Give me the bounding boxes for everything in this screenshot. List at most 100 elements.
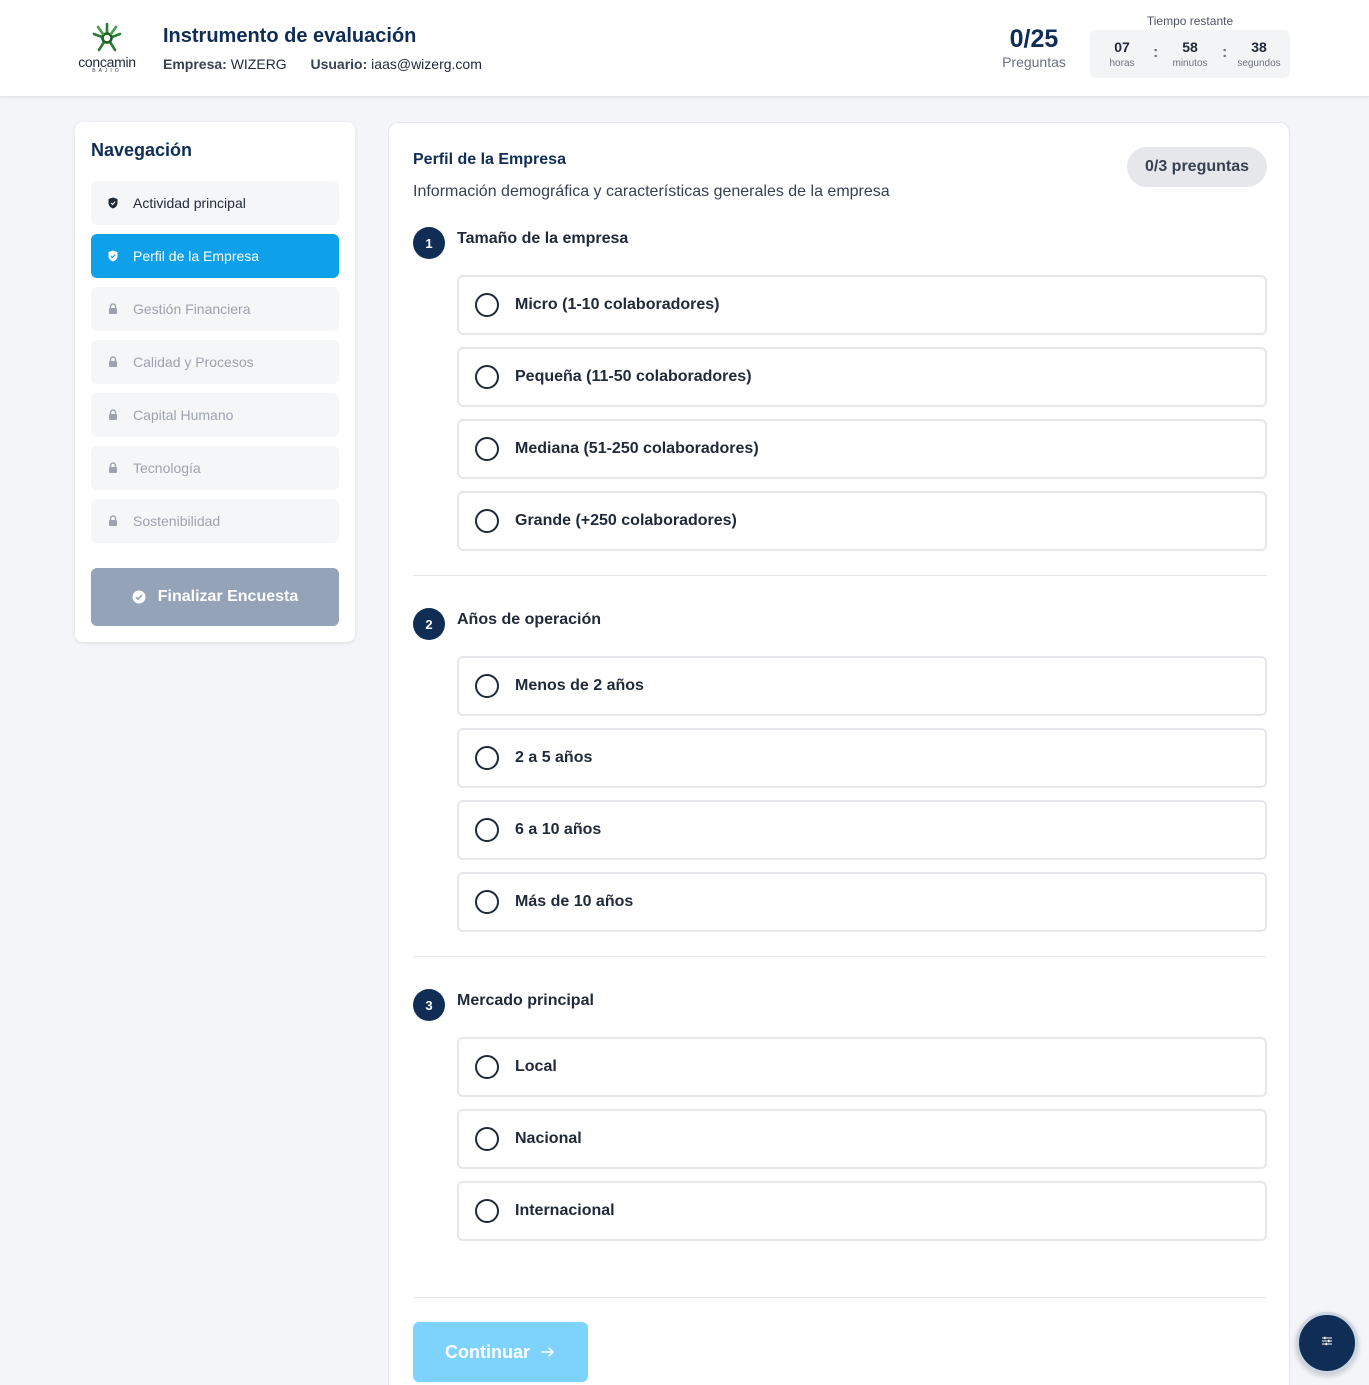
radio-button[interactable]	[475, 1127, 499, 1151]
answer-option[interactable]: 6 a 10 años	[457, 800, 1267, 860]
question-text: Tamaño de la empresa	[457, 230, 629, 247]
answer-option[interactable]: Pequeña (11-50 colaboradores)	[457, 347, 1267, 407]
nav-item-label: Perfil de la Empresa	[133, 248, 260, 264]
section-title: Perfil de la Empresa	[413, 151, 566, 168]
star-emblem-icon	[92, 22, 122, 52]
answer-option-label: 2 a 5 años	[515, 749, 593, 766]
nav-item-label: Actividad principal	[133, 195, 246, 211]
answer-option[interactable]: Grande (+250 colaboradores)	[457, 491, 1267, 551]
timer-minutes-value: 58	[1182, 39, 1198, 55]
radio-button[interactable]	[475, 674, 499, 698]
question-text: Mercado principal	[457, 992, 594, 1009]
timer-seconds-value: 38	[1251, 39, 1267, 55]
nav-item-tecnologia[interactable]: Tecnología	[91, 446, 339, 490]
radio-button[interactable]	[475, 1199, 499, 1223]
timer-seconds: 38 segundos	[1229, 39, 1289, 69]
nav-item-label: Sostenibilidad	[133, 513, 221, 529]
nav-item-label: Capital Humano	[133, 407, 234, 423]
nav-item-label: Gestión Financiera	[133, 301, 251, 317]
finalize-survey-button[interactable]: Finalizar Encuesta	[91, 568, 339, 626]
check-circle-icon	[132, 590, 146, 604]
app-title: Instrumento de evaluación	[163, 25, 417, 47]
radio-button[interactable]	[475, 509, 499, 533]
timer-seconds-label: segundos	[1237, 58, 1281, 69]
lock-icon	[107, 515, 119, 527]
timer-minutes: 58 minutos	[1160, 39, 1220, 69]
company-label: Empresa:	[163, 56, 227, 72]
answer-option-label: Internacional	[515, 1202, 615, 1219]
arrow-right-icon	[540, 1344, 556, 1360]
questions-counter-label: Preguntas	[1002, 54, 1066, 70]
radio-button[interactable]	[475, 437, 499, 461]
continue-button[interactable]: Continuar	[413, 1322, 588, 1382]
nav-item-perfil-empresa[interactable]: Perfil de la Empresa	[91, 234, 339, 278]
nav-item-sostenibilidad[interactable]: Sostenibilidad	[91, 499, 339, 543]
answer-option-label: 6 a 10 años	[515, 821, 602, 838]
navigation-title: Navegación	[91, 140, 193, 160]
questions-counter-value: 0/25	[1009, 25, 1059, 53]
answer-option-label: Local	[515, 1058, 557, 1075]
settings-fab-button[interactable]	[1296, 1312, 1358, 1374]
continue-label: Continuar	[445, 1341, 530, 1362]
lock-icon	[107, 303, 119, 315]
answer-option[interactable]: Nacional	[457, 1109, 1267, 1169]
timer-minutes-label: minutos	[1172, 58, 1208, 69]
nav-item-calidad-procesos[interactable]: Calidad y Procesos	[91, 340, 339, 384]
timer-hours: 07 horas	[1092, 39, 1152, 69]
answer-option-label: Pequeña (11-50 colaboradores)	[515, 368, 752, 385]
session-info: Empresa: WIZERG Usuario: iaas@wizerg.com	[163, 56, 482, 72]
radio-button[interactable]	[475, 818, 499, 842]
lock-icon	[107, 462, 119, 474]
answer-option[interactable]: Mediana (51-250 colaboradores)	[457, 419, 1267, 479]
navigation-sidebar: Navegación Actividad principal Perfil de…	[75, 122, 355, 642]
radio-button[interactable]	[475, 365, 499, 389]
answer-option-label: Más de 10 años	[515, 893, 634, 910]
answer-option[interactable]: Local	[457, 1037, 1267, 1097]
answer-option[interactable]: Internacional	[457, 1181, 1267, 1241]
nav-item-actividad-principal[interactable]: Actividad principal	[91, 181, 339, 225]
question-number-badge: 3	[413, 989, 445, 1021]
answer-option[interactable]: Micro (1-10 colaboradores)	[457, 275, 1267, 335]
question-number-badge: 1	[413, 227, 445, 259]
section-panel: Perfil de la Empresa Información demográ…	[388, 122, 1290, 1385]
company-value: WIZERG	[230, 56, 287, 72]
nav-item-label: Calidad y Procesos	[133, 354, 254, 370]
answer-option-label: Menos de 2 años	[515, 677, 644, 694]
nav-item-gestion-financiera[interactable]: Gestión Financiera	[91, 287, 339, 331]
answer-option[interactable]: Menos de 2 años	[457, 656, 1267, 716]
answer-option-label: Mediana (51-250 colaboradores)	[515, 440, 759, 457]
nav-item-label: Tecnología	[133, 460, 201, 476]
answer-option-label: Micro (1-10 colaboradores)	[515, 296, 720, 313]
top-header: concamin BAJIO Instrumento de evaluación…	[0, 0, 1369, 97]
concamin-logo: concamin BAJIO	[74, 22, 142, 74]
timer-separator: :	[1153, 44, 1159, 61]
timer-separator: :	[1222, 44, 1228, 61]
footer-divider	[413, 1297, 1267, 1298]
answer-option[interactable]: 2 a 5 años	[457, 728, 1267, 788]
user-label: Usuario:	[310, 56, 368, 72]
radio-button[interactable]	[475, 1055, 499, 1079]
answer-option[interactable]: Más de 10 años	[457, 872, 1267, 932]
question-text: Años de operación	[457, 611, 602, 628]
answer-option-label: Nacional	[515, 1130, 582, 1147]
answer-option-label: Grande (+250 colaboradores)	[515, 512, 737, 529]
radio-button[interactable]	[475, 890, 499, 914]
section-progress-badge: 0/3 preguntas	[1127, 147, 1267, 187]
countdown-timer: 07 horas : 58 minutos : 38 segundos	[1090, 30, 1290, 78]
question-divider	[413, 956, 1267, 957]
radio-button[interactable]	[475, 746, 499, 770]
shield-check-icon	[107, 197, 119, 209]
timer-hours-value: 07	[1114, 39, 1130, 55]
finalize-survey-label: Finalizar Encuesta	[157, 588, 299, 605]
radio-button[interactable]	[475, 293, 499, 317]
question-divider	[413, 575, 1267, 576]
lock-icon	[107, 356, 119, 368]
questions-counter: 0/25 Preguntas	[990, 24, 1078, 70]
logo-subtitle: BAJIO	[92, 68, 122, 74]
timer-hours-label: horas	[1109, 58, 1135, 69]
timer-label: Tiempo restante	[1146, 14, 1234, 28]
shield-check-icon	[107, 250, 119, 262]
nav-item-capital-humano[interactable]: Capital Humano	[91, 393, 339, 437]
question-number-badge: 2	[413, 608, 445, 640]
sliders-icon	[1321, 1334, 1333, 1352]
